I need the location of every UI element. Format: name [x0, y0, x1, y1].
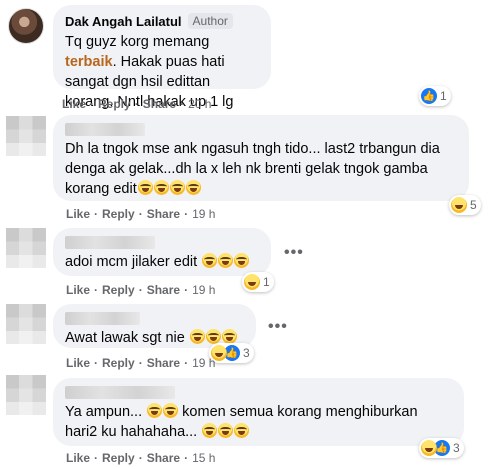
- comment-text: Dh la tngok mse ank ngasuh tngh tido... …: [65, 141, 440, 197]
- comment-author[interactable]: Dak Angah Lailatul: [65, 14, 182, 29]
- like-icon: 👍: [421, 88, 437, 104]
- comment-bubble: Dh la tngok mse ank ngasuh tngh tido... …: [53, 115, 469, 201]
- author-name-blurred[interactable]: [65, 386, 175, 399]
- laugh-emoji-icon: [218, 253, 234, 268]
- laugh-emoji-icon: [202, 253, 218, 268]
- comment-text: Ya ampun... komen semua korang menghibur…: [65, 403, 418, 440]
- comment-text: adoi mcm jilaker edit: [65, 252, 259, 272]
- laugh-emoji-icon: [169, 180, 185, 195]
- comment-time[interactable]: 19 h: [192, 207, 215, 221]
- reply-button[interactable]: Reply: [102, 207, 135, 221]
- reaction-summary[interactable]: 👍 3: [419, 438, 464, 458]
- comment-time[interactable]: 20 h: [188, 97, 211, 111]
- share-button[interactable]: Share: [143, 97, 176, 111]
- comment-actions: Like · Reply · Share · 20 h: [62, 97, 212, 111]
- like-button[interactable]: Like: [66, 356, 90, 370]
- share-button[interactable]: Share: [147, 451, 180, 465]
- laugh-emoji-icon: [218, 423, 234, 438]
- laugh-emoji-icon: [234, 423, 250, 438]
- author-name-blurred[interactable]: [65, 123, 145, 136]
- laugh-emoji-icon: [202, 423, 218, 438]
- comment-bubble: Dak Angah Lailatul Author Tq guyz korg m…: [53, 5, 271, 148]
- comment-bubble: Ya ampun... komen semua korang menghibur…: [53, 378, 464, 446]
- reaction-count: 3: [243, 346, 250, 360]
- reaction-summary[interactable]: 1: [242, 272, 274, 292]
- laugh-emoji-icon: [163, 403, 179, 418]
- comment-bubble: adoi mcm jilaker edit: [53, 228, 271, 276]
- laugh-emoji-icon: [137, 180, 153, 195]
- comment-bubble: Awat lawak sgt nie: [53, 304, 256, 348]
- reply-button[interactable]: Reply: [102, 356, 135, 370]
- like-button[interactable]: Like: [62, 97, 86, 111]
- reaction-count: 3: [453, 441, 460, 455]
- laugh-emoji-icon: [234, 253, 250, 268]
- more-options-icon[interactable]: •••: [268, 318, 288, 336]
- reply-button[interactable]: Reply: [98, 97, 131, 111]
- reaction-summary[interactable]: 5: [449, 195, 481, 215]
- comment-actions: Like · Reply · Share · 19 h: [66, 207, 216, 221]
- reaction-count: 5: [470, 198, 477, 212]
- comment-time[interactable]: 19 h: [192, 356, 215, 370]
- reaction-summary[interactable]: 👍 1: [419, 86, 451, 106]
- reply-button[interactable]: Reply: [102, 451, 135, 465]
- laugh-emoji-icon: [147, 403, 163, 418]
- comment-time[interactable]: 15 h: [192, 451, 215, 465]
- like-button[interactable]: Like: [66, 451, 90, 465]
- reaction-count: 1: [440, 89, 447, 103]
- like-button[interactable]: Like: [66, 207, 90, 221]
- rofl-emoji-icon: [221, 329, 237, 344]
- reply-button[interactable]: Reply: [102, 283, 135, 297]
- share-button[interactable]: Share: [147, 283, 180, 297]
- haha-icon: [244, 274, 260, 290]
- author-name-blurred[interactable]: [65, 236, 155, 249]
- comment-actions: Like · Reply · Share · 19 h: [66, 356, 216, 370]
- author-badge: Author: [187, 13, 233, 29]
- author-name-blurred[interactable]: [65, 312, 140, 325]
- avatar[interactable]: [6, 375, 46, 415]
- avatar[interactable]: [6, 304, 46, 344]
- avatar[interactable]: [6, 116, 46, 156]
- haha-icon: [451, 197, 467, 213]
- share-button[interactable]: Share: [147, 356, 180, 370]
- avatar[interactable]: [6, 228, 46, 268]
- rofl-emoji-icon: [205, 329, 221, 344]
- rofl-emoji-icon: [189, 329, 205, 344]
- haha-icon: [421, 440, 437, 456]
- avatar[interactable]: [8, 8, 44, 44]
- like-button[interactable]: Like: [66, 283, 90, 297]
- laugh-emoji-icon: [153, 180, 169, 195]
- laugh-emoji-icon: [185, 180, 201, 195]
- comment-actions: Like · Reply · Share · 15 h: [66, 451, 216, 465]
- reaction-count: 1: [263, 275, 270, 289]
- comment-time[interactable]: 19 h: [192, 283, 215, 297]
- more-options-icon[interactable]: •••: [284, 244, 304, 262]
- share-button[interactable]: Share: [147, 207, 180, 221]
- reaction-summary[interactable]: 👍 3: [209, 343, 254, 363]
- comment-actions: Like · Reply · Share · 19 h: [66, 283, 216, 297]
